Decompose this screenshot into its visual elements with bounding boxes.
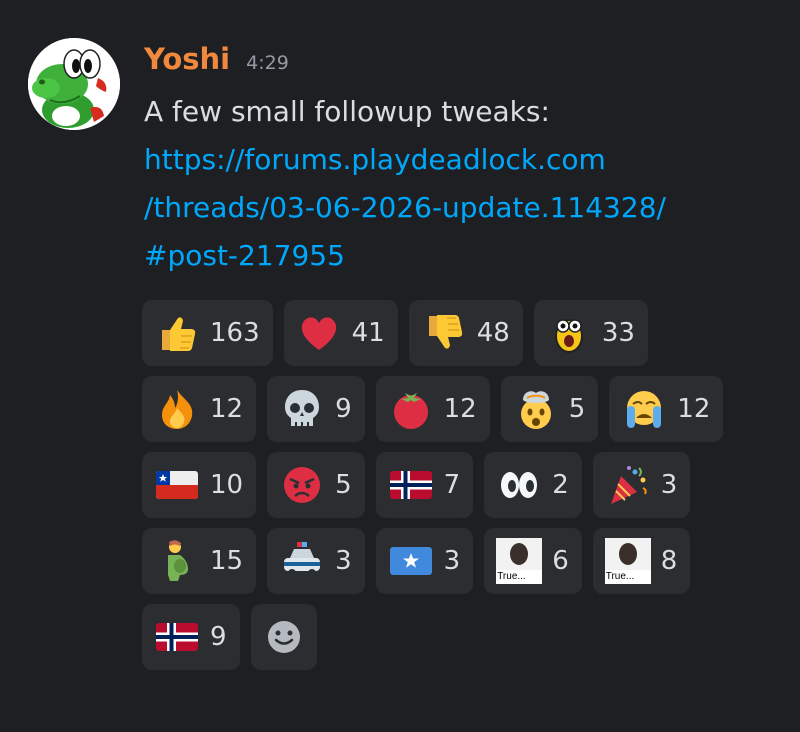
chat-message: Yoshi 4:29 A few small followup tweaks: … xyxy=(0,0,800,732)
reaction-button[interactable]: 33 xyxy=(533,300,648,366)
reaction-button[interactable]: True... 6 xyxy=(484,528,582,594)
reaction-button[interactable]: 12 xyxy=(142,376,257,442)
user-avatar[interactable] xyxy=(28,38,120,130)
reaction-count: 2 xyxy=(552,470,569,500)
username[interactable]: Yoshi xyxy=(144,42,230,76)
reaction-button[interactable]: 3 xyxy=(267,528,365,594)
reaction-count: 12 xyxy=(677,394,711,424)
reaction-count: 8 xyxy=(660,546,678,576)
shocked-face-custom-icon xyxy=(546,310,592,356)
link-line[interactable]: #post-217955 xyxy=(144,232,764,280)
add-reaction-button[interactable] xyxy=(250,604,317,670)
reaction-button[interactable]: 12 xyxy=(375,376,490,442)
message-content: A few small followup tweaks: https://for… xyxy=(144,88,764,280)
fire-icon xyxy=(154,386,200,432)
reaction-count: 12 xyxy=(210,394,244,424)
timestamp[interactable]: 4:29 xyxy=(246,52,289,74)
somalia-flag-icon xyxy=(388,538,434,584)
message-text: A few small followup tweaks: xyxy=(144,95,550,128)
reaction-count: 41 xyxy=(351,318,385,348)
reaction-count: 9 xyxy=(210,622,227,652)
reaction-count: 15 xyxy=(210,546,244,576)
norway-flag-icon xyxy=(388,462,434,508)
thumbs-up-icon xyxy=(154,310,200,356)
reaction-count: 9 xyxy=(335,394,352,424)
eyes-icon xyxy=(496,462,542,508)
reaction-count: 48 xyxy=(476,318,510,348)
reaction-count: 33 xyxy=(601,318,635,348)
true-meme-custom-icon: True... xyxy=(496,538,543,584)
exploding-head-icon xyxy=(513,386,559,432)
loudly-crying-face-icon xyxy=(621,386,667,432)
chile-flag-icon xyxy=(154,462,200,508)
reactions-bar: 163 41 48 33 12 9 12 5 12 10 5 7 2 3 15 … xyxy=(142,300,762,670)
add-reaction-smiley-icon xyxy=(265,618,303,656)
police-car-icon xyxy=(279,538,325,584)
red-heart-icon xyxy=(296,310,342,356)
reaction-button[interactable]: 3 xyxy=(592,452,691,518)
reaction-button[interactable]: 7 xyxy=(375,452,474,518)
tomato-icon xyxy=(388,386,434,432)
reaction-button[interactable]: 9 xyxy=(142,604,240,670)
reaction-button[interactable]: 3 xyxy=(375,528,474,594)
reaction-button[interactable]: 2 xyxy=(484,452,582,518)
reaction-count: 5 xyxy=(335,470,352,500)
reaction-button[interactable]: 9 xyxy=(267,376,365,442)
reaction-button[interactable]: 12 xyxy=(609,376,724,442)
reaction-button[interactable]: 15 xyxy=(142,528,257,594)
yoshi-avatar-icon xyxy=(28,38,120,130)
reaction-count: 5 xyxy=(568,394,586,424)
reaction-count: 3 xyxy=(660,470,678,500)
reaction-button[interactable]: 48 xyxy=(408,300,523,366)
meme-caption: True... xyxy=(497,571,526,582)
reaction-count: 7 xyxy=(443,470,461,500)
party-popper-icon xyxy=(605,462,651,508)
reaction-count: 3 xyxy=(335,546,352,576)
thumbs-down-icon xyxy=(421,310,467,356)
norway-flag-icon xyxy=(154,614,200,660)
reaction-count: 6 xyxy=(552,546,569,576)
link-line[interactable]: /threads/03-06-2026-update.114328/ xyxy=(144,184,764,232)
link-line[interactable]: https://forums.playdeadlock.com xyxy=(144,136,764,184)
reaction-button[interactable]: 5 xyxy=(267,452,365,518)
message-header: Yoshi 4:29 xyxy=(144,42,289,82)
reaction-count: 3 xyxy=(443,546,461,576)
message-link[interactable]: https://forums.playdeadlock.com /threads… xyxy=(144,136,764,280)
meme-caption: True... xyxy=(605,571,635,582)
reaction-button[interactable]: True... 8 xyxy=(592,528,691,594)
skull-icon xyxy=(279,386,325,432)
reaction-button[interactable]: 41 xyxy=(283,300,398,366)
reaction-count: 12 xyxy=(443,394,477,424)
reaction-count: 163 xyxy=(210,318,260,348)
pregnant-man-icon xyxy=(154,538,200,584)
reaction-button[interactable]: 10 xyxy=(142,452,257,518)
reaction-count: 10 xyxy=(210,470,244,500)
angry-face-icon xyxy=(279,462,325,508)
reaction-button[interactable]: 163 xyxy=(142,300,273,366)
reaction-button[interactable]: 5 xyxy=(500,376,599,442)
true-meme-custom-icon: True... xyxy=(604,538,651,584)
